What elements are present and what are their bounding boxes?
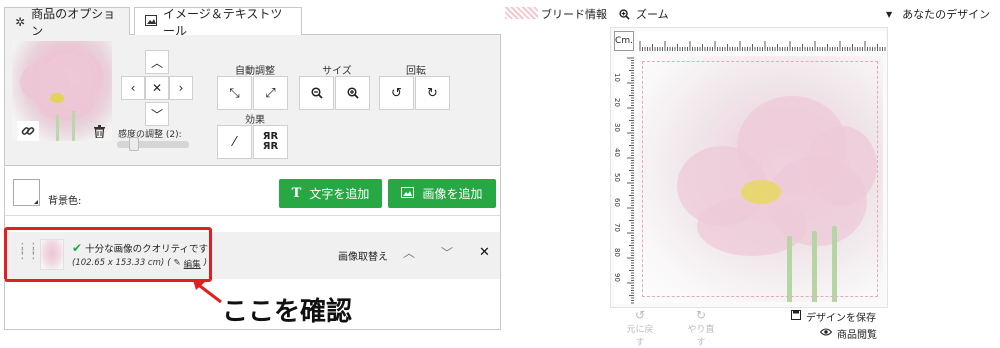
ruler-label: 80 (614, 248, 621, 257)
tab-product-options-label: 商品のオプション (31, 6, 116, 38)
background-color-label: 背景色: (48, 196, 82, 207)
bleed-boundary (642, 61, 878, 297)
zoom-in-icon (346, 87, 359, 99)
tab-image-text-tools-label: イメージ＆テキストツール (163, 7, 283, 38)
background-row: 背景色: T 文字を追加 画像を追加 (4, 167, 501, 215)
add-image-button[interactable]: 画像を追加 (388, 179, 496, 208)
move-right-button[interactable]: › (169, 76, 193, 100)
zoom-in-button[interactable] (335, 76, 370, 110)
magic-wand-icon: ⁄ (233, 134, 236, 150)
trash-icon[interactable] (88, 121, 110, 141)
chevron-left-icon: ‹ (130, 81, 136, 95)
ruler-label: 90 (614, 273, 621, 282)
ruler-label: 20 (614, 98, 621, 107)
add-image-label: 画像を追加 (422, 187, 483, 201)
magic-wand-button[interactable]: ⁄ (217, 125, 252, 159)
remove-layer-icon[interactable]: ✕ (479, 245, 490, 260)
arrows-center-icon: ✕ (151, 81, 163, 95)
annotation-text: ここを確認 (222, 297, 353, 327)
chevron-down-icon: ﹀ (150, 107, 163, 122)
flip-button[interactable]: ЯR ЯR (253, 125, 288, 159)
your-design-dropdown[interactable]: ▼ あなたのデザイン (886, 6, 990, 22)
rotate-right-button[interactable]: ↻ (415, 76, 450, 110)
tab-image-text-tools[interactable]: イメージ＆テキストツール (134, 7, 302, 38)
zoom-out-button[interactable] (299, 76, 334, 110)
move-down-button[interactable]: ﹀ (145, 102, 169, 126)
move-layer-up-icon[interactable]: ︿ (403, 244, 415, 261)
bleed-swatch (505, 7, 538, 19)
picture-icon (401, 186, 415, 201)
ruler-label: 50 (614, 173, 621, 182)
ruler-top (637, 31, 886, 51)
background-color-picker[interactable] (13, 179, 40, 206)
redo-icon: ↻ (695, 308, 707, 322)
move-left-button[interactable]: ‹ (121, 76, 145, 100)
redo-label: やり直す (687, 325, 715, 348)
ruler-label: 30 (614, 123, 621, 132)
floppy-disk-icon (791, 310, 801, 323)
fit-inside-button[interactable]: ⤡ (217, 76, 252, 110)
zoom-out-icon (310, 87, 323, 99)
ruler-left: 10 20 30 40 50 60 70 80 90 (614, 55, 634, 304)
ruler-label: 10 (614, 73, 621, 82)
add-text-button[interactable]: T 文字を追加 (279, 179, 382, 208)
rotate-left-icon: ↺ (391, 85, 402, 101)
your-design-label: あなたのデザイン (902, 8, 991, 21)
gear-icon: ✲ (15, 14, 26, 29)
move-layer-down-icon[interactable]: ﹀ (441, 244, 453, 261)
eye-icon (819, 328, 833, 339)
effects-label: 効果 (245, 115, 265, 126)
sensitivity-label: 感度の調整 (2): (118, 130, 182, 140)
bleed-info-label[interactable]: ブリード情報 (541, 6, 607, 22)
replace-image-button[interactable]: 画像取替え (338, 248, 388, 263)
undo-button[interactable]: ↺ 元に戻す (626, 308, 654, 348)
sensitivity-slider-handle[interactable] (129, 137, 139, 151)
flip-icon: ЯR ЯR (262, 131, 279, 152)
center-button[interactable]: ✕ (145, 76, 169, 100)
image-tools-area: ︿ ‹ ✕ › ﹀ 自動調整 ⤡ ⤢ サイズ 回転 ↺ ↻ 効果 ⁄ ЯR ЯR … (4, 35, 501, 166)
chevron-right-icon: › (178, 81, 184, 95)
text-t-icon: T (291, 186, 302, 201)
editor-panel: ✲ 商品のオプション イメージ＆テキストツール ︿ ‹ ✕ › ﹀ 自動調整 ⤡… (4, 2, 501, 340)
sensitivity-slider-track[interactable] (117, 141, 189, 148)
ruler-label: 40 (614, 148, 621, 157)
save-design-button[interactable]: デザインを保存 (791, 309, 876, 324)
save-design-label: デザインを保存 (806, 313, 876, 324)
tab-product-options[interactable]: ✲ 商品のオプション (4, 7, 130, 38)
tab-bar: ✲ 商品のオプション イメージ＆テキストツール (4, 2, 501, 38)
product-preview-label: 商品閲覧 (837, 330, 877, 341)
ruler-label: 60 (614, 198, 621, 207)
redo-button[interactable]: ↻ やり直す (684, 308, 718, 348)
zoom-icon (619, 8, 630, 20)
product-preview-button[interactable]: 商品閲覧 (819, 326, 877, 341)
zoom-control[interactable]: ズーム (619, 6, 669, 22)
link-icon[interactable] (17, 121, 39, 141)
ruler-label: 70 (614, 223, 621, 232)
fill-button[interactable]: ⤢ (253, 76, 288, 110)
image-icon (145, 15, 157, 29)
undo-label: 元に戻す (626, 325, 654, 348)
shrink-icon: ⤡ (229, 85, 240, 101)
undo-icon: ↺ (634, 308, 646, 322)
dropdown-caret-icon: ▼ (886, 9, 893, 19)
annotation-highlight-box (4, 227, 212, 282)
rotate-label: 回転 (406, 66, 426, 77)
expand-icon: ⤢ (265, 85, 276, 101)
size-label: サイズ (322, 66, 352, 77)
zoom-label: ズーム (636, 8, 669, 21)
unit-toggle[interactable]: Cm. (614, 31, 634, 51)
auto-adjust-label: 自動調整 (235, 66, 275, 77)
rotate-left-button[interactable]: ↺ (379, 76, 414, 110)
add-text-label: 文字を追加 (309, 187, 370, 201)
chevron-up-icon: ︿ (150, 55, 163, 70)
move-up-button[interactable]: ︿ (145, 50, 169, 74)
rotate-right-icon: ↻ (427, 85, 438, 101)
